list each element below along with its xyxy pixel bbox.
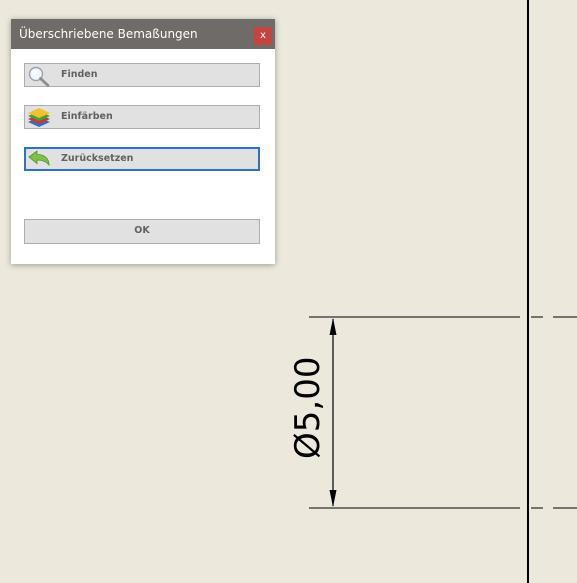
reset-button-label: Zurücksetzen (61, 153, 134, 164)
magnifier-icon (28, 66, 50, 87)
colorize-button[interactable]: Einfärben (24, 105, 260, 129)
dimension-arrow-top (329, 318, 337, 335)
colorize-button-label: Einfärben (61, 111, 113, 122)
find-button-label: Finden (61, 69, 98, 80)
layers-icon (28, 108, 50, 127)
undo-arrow-icon (28, 150, 50, 167)
ok-button[interactable]: OK (24, 219, 260, 244)
dialog-titlebar[interactable]: Überschriebene Bemaßungen x (11, 19, 275, 49)
find-button[interactable]: Finden (24, 63, 260, 87)
reset-button[interactable]: Zurücksetzen (24, 147, 260, 171)
overridden-dimensions-dialog: Überschriebene Bemaßungen x Finden Einfä… (11, 19, 275, 264)
dimension-text[interactable]: Ø5,00 (288, 357, 328, 459)
dialog-title: Überschriebene Bemaßungen (19, 27, 198, 41)
dimension-arrow-bottom (329, 490, 337, 507)
ok-button-label: OK (134, 225, 150, 236)
close-button[interactable]: x (254, 27, 272, 45)
